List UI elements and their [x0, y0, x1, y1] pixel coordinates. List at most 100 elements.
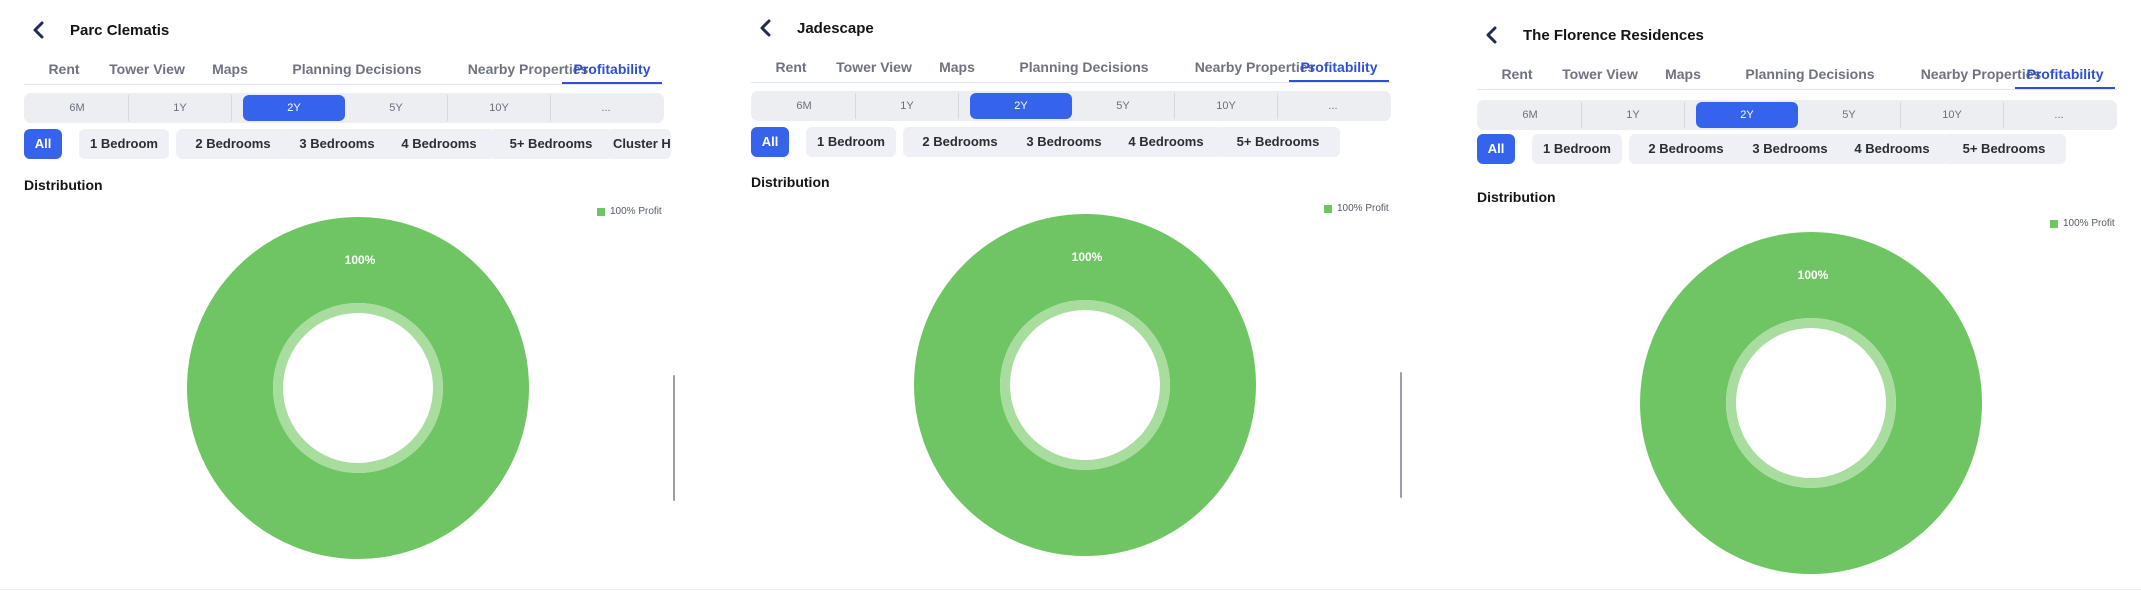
period-6m[interactable]: 6M	[26, 95, 129, 121]
tab-rent[interactable]: Rent	[38, 54, 90, 84]
distribution-heading: Distribution	[1477, 189, 1556, 205]
period-selector: 6M 1Y 2Y 5Y 10Y ...	[751, 91, 1391, 121]
donut-slice-profit	[914, 214, 1256, 556]
filter-2-bedrooms[interactable]: 2 Bedrooms	[176, 129, 290, 159]
tab-bar: Rent Tower View Maps Planning Decisions …	[751, 52, 1391, 83]
chart-legend: 100% Profit	[2050, 218, 2115, 229]
tab-maps[interactable]: Maps	[204, 54, 256, 84]
page-title: Parc Clematis	[70, 21, 170, 39]
period-10y[interactable]: 10Y	[1901, 102, 2004, 128]
donut-chart: 100%	[187, 217, 529, 559]
period-1y[interactable]: 1Y	[1582, 102, 1685, 128]
tab-profitability[interactable]: Profitability	[2015, 59, 2115, 89]
filter-2-bedrooms[interactable]: 2 Bedrooms	[1629, 134, 1743, 164]
filter-all[interactable]: All	[1477, 134, 1515, 164]
chevron-left-icon	[760, 19, 771, 37]
chart-legend: 100% Profit	[597, 206, 662, 217]
legend-swatch-profit	[2050, 219, 2058, 228]
tab-planning-decisions[interactable]: Planning Decisions	[268, 54, 446, 84]
legend-label-profit: 100% Profit	[610, 206, 662, 217]
period-more[interactable]: ...	[2004, 102, 2114, 128]
back-button[interactable]	[751, 13, 781, 43]
tab-tower-view[interactable]: Tower View	[829, 52, 919, 82]
filter-3-bedrooms[interactable]: 3 Bedrooms	[281, 129, 393, 159]
header: Jadescape	[751, 8, 874, 48]
filter-1-bedroom[interactable]: 1 Bedroom	[1532, 134, 1622, 164]
page-title: Jadescape	[797, 19, 874, 37]
tab-rent[interactable]: Rent	[765, 52, 817, 82]
tab-bar: Rent Tower View Maps Planning Decisions …	[1477, 59, 2117, 90]
period-1y[interactable]: 1Y	[856, 93, 959, 119]
filter-all[interactable]: All	[751, 127, 789, 157]
distribution-heading: Distribution	[751, 174, 830, 190]
page-title: The Florence Residences	[1523, 26, 1704, 44]
scrollbar[interactable]	[673, 375, 675, 501]
filter-1-bedroom[interactable]: 1 Bedroom	[79, 129, 169, 159]
period-10y[interactable]: 10Y	[1175, 93, 1278, 119]
donut-data-label: 100%	[345, 253, 376, 267]
period-selector: 6M 1Y 2Y 5Y 10Y ...	[1477, 100, 2117, 130]
filter-2-bedrooms[interactable]: 2 Bedrooms	[903, 127, 1017, 157]
donut-data-label: 100%	[1072, 250, 1103, 264]
filter-cluster-h[interactable]: Cluster H	[607, 129, 671, 159]
filter-5plus-bedrooms[interactable]: 5+ Bedrooms	[1216, 127, 1340, 157]
chevron-left-icon	[33, 21, 44, 39]
filter-5plus-bedrooms[interactable]: 5+ Bedrooms	[489, 129, 613, 159]
panel-jadescape: Jadescape Rent Tower View Maps Planning …	[751, 0, 1431, 592]
tab-bar: Rent Tower View Maps Planning Decisions …	[24, 54, 664, 85]
bottom-divider	[0, 589, 2141, 590]
back-button[interactable]	[24, 15, 54, 45]
legend-swatch-profit	[1324, 204, 1332, 213]
donut-inner-ring	[1000, 300, 1170, 470]
filter-5plus-bedrooms[interactable]: 5+ Bedrooms	[1942, 134, 2066, 164]
period-6m[interactable]: 6M	[753, 93, 856, 119]
tab-profitability[interactable]: Profitability	[1289, 52, 1389, 82]
filter-3-bedrooms[interactable]: 3 Bedrooms	[1734, 134, 1846, 164]
header: Parc Clematis	[24, 10, 169, 50]
donut-chart: 100%	[914, 214, 1256, 556]
filter-all[interactable]: All	[24, 129, 62, 159]
tab-tower-view[interactable]: Tower View	[102, 54, 192, 84]
period-5y[interactable]: 5Y	[1072, 93, 1175, 119]
donut-slice-profit	[1640, 232, 1982, 574]
period-2y[interactable]: 2Y	[243, 95, 345, 121]
tab-profitability[interactable]: Profitability	[562, 54, 662, 84]
distribution-heading: Distribution	[24, 177, 103, 193]
period-5y[interactable]: 5Y	[1798, 102, 1901, 128]
filter-4-bedrooms[interactable]: 4 Bedrooms	[383, 129, 495, 159]
donut-inner-ring	[1726, 318, 1896, 488]
tab-rent[interactable]: Rent	[1491, 59, 1543, 89]
filter-4-bedrooms[interactable]: 4 Bedrooms	[1110, 127, 1222, 157]
tab-maps[interactable]: Maps	[931, 52, 983, 82]
legend-label-profit: 100% Profit	[2063, 218, 2115, 229]
panel-parc-clematis: Parc Clematis Rent Tower View Maps Plann…	[24, 0, 704, 592]
period-2y[interactable]: 2Y	[970, 93, 1072, 119]
period-more[interactable]: ...	[1278, 93, 1388, 119]
tab-planning-decisions[interactable]: Planning Decisions	[995, 52, 1173, 82]
legend-label-profit: 100% Profit	[1337, 203, 1389, 214]
chevron-left-icon	[1486, 26, 1497, 44]
period-selector: 6M 1Y 2Y 5Y 10Y ...	[24, 93, 664, 123]
scrollbar[interactable]	[1400, 372, 1402, 498]
tab-planning-decisions[interactable]: Planning Decisions	[1721, 59, 1899, 89]
filter-1-bedroom[interactable]: 1 Bedroom	[806, 127, 896, 157]
donut-inner-ring	[273, 303, 443, 473]
filter-4-bedrooms[interactable]: 4 Bedrooms	[1836, 134, 1948, 164]
legend-swatch-profit	[597, 207, 605, 216]
period-5y[interactable]: 5Y	[345, 95, 448, 121]
period-2y[interactable]: 2Y	[1696, 102, 1798, 128]
back-button[interactable]	[1477, 20, 1507, 50]
chart-legend: 100% Profit	[1324, 203, 1389, 214]
donut-slice-profit	[187, 217, 529, 559]
filter-3-bedrooms[interactable]: 3 Bedrooms	[1008, 127, 1120, 157]
period-10y[interactable]: 10Y	[448, 95, 551, 121]
period-more[interactable]: ...	[551, 95, 661, 121]
panel-the-florence-residences: The Florence Residences Rent Tower View …	[1477, 0, 2141, 592]
donut-chart: 100%	[1640, 232, 1982, 574]
donut-data-label: 100%	[1798, 268, 1829, 282]
tab-maps[interactable]: Maps	[1657, 59, 1709, 89]
tab-tower-view[interactable]: Tower View	[1555, 59, 1645, 89]
header: The Florence Residences	[1477, 15, 1704, 55]
period-1y[interactable]: 1Y	[129, 95, 232, 121]
period-6m[interactable]: 6M	[1479, 102, 1582, 128]
